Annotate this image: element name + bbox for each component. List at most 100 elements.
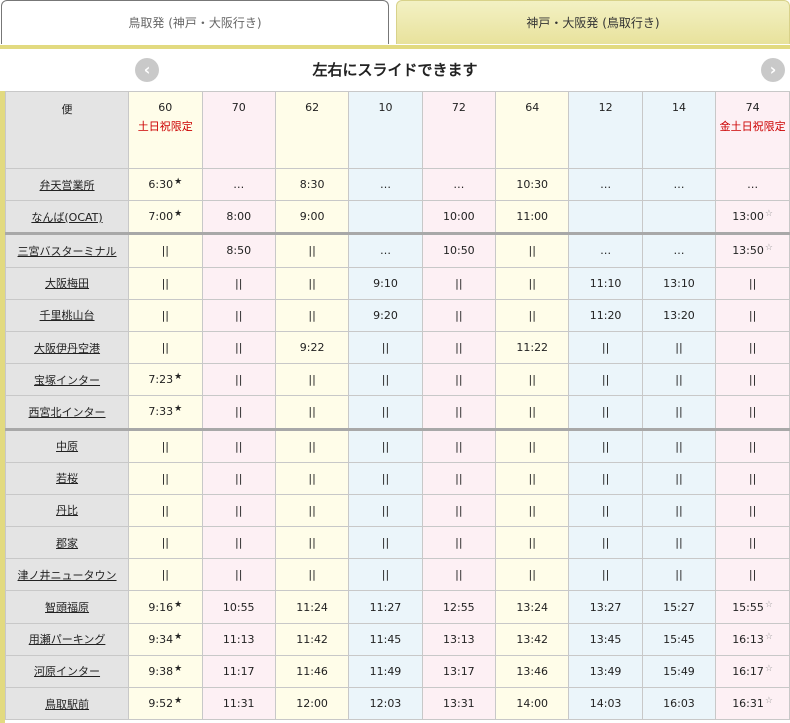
time-cell: || <box>348 330 423 365</box>
time-cell: 11:42 <box>274 622 350 656</box>
tab-kobe-osaka-departure[interactable]: 神戸・大阪発 (鳥取行き) <box>396 0 790 44</box>
time-cell: || <box>715 461 790 495</box>
stop-link[interactable]: 三宮バスターミナル <box>18 245 117 258</box>
time-cell: || <box>715 427 790 463</box>
time-cell: 11:20 <box>568 298 643 332</box>
time-cell: || <box>201 395 276 430</box>
bus-column-header: 62 <box>274 91 350 169</box>
stop-link[interactable]: 智頭福原 <box>45 601 89 614</box>
time-cell: 11:10 <box>568 266 643 300</box>
time-cell: || <box>128 330 203 365</box>
star-icon: ★ <box>174 372 183 383</box>
time-cell: 9:00 <box>274 200 350 235</box>
table-row: 丹比 || || || || || || || || || <box>4 493 790 528</box>
stop-link[interactable]: 丹比 <box>56 504 78 517</box>
table-row: 三宮バスターミナル || 8:50 ||… 10:50 ||…… 13:50☆ <box>4 232 790 268</box>
stop-cell: なんば(OCAT) <box>4 200 130 235</box>
time-cell: 9:34★ <box>128 622 203 656</box>
timetable: 便 60 土日祝限定 70 62 10 72 64 12 14 74 金土日祝限定 弁天営業所 6:3… <box>4 91 790 721</box>
time-cell: 11:31 <box>201 686 276 721</box>
timetable-container[interactable]: 便 60 土日祝限定 70 62 10 72 64 12 14 74 金土日祝限定 弁天営業所 6:3… <box>0 91 790 723</box>
stop-link[interactable]: 津ノ井ニュータウン <box>18 569 117 582</box>
time-cell: || <box>421 526 497 560</box>
bus-column-header: 60 土日祝限定 <box>128 91 203 169</box>
time-cell: 10:00 <box>421 200 497 235</box>
time-cell: 9:16★ <box>128 590 203 624</box>
time-cell: || <box>495 298 570 332</box>
table-row: 津ノ井ニュータウン || || || || || || || || || <box>4 558 790 592</box>
time-cell: 9:20 <box>348 298 423 332</box>
time-cell: || <box>421 363 497 397</box>
tab-tottori-departure[interactable]: 鳥取発 (神戸・大阪行き) <box>1 0 389 44</box>
time-cell: || <box>715 558 790 592</box>
time-cell: || <box>201 363 276 397</box>
time-cell: || <box>641 427 717 463</box>
stop-link[interactable]: 大阪梅田 <box>45 277 89 290</box>
stop-link[interactable]: 大阪伊丹空港 <box>34 342 100 355</box>
stop-link[interactable]: なんば(OCAT) <box>31 211 102 224</box>
bus-number: 74 <box>745 101 760 114</box>
time-cell: || <box>201 461 276 495</box>
time-cell: 9:10 <box>348 266 423 300</box>
stop-cell: 河原インター <box>4 654 130 689</box>
stop-link[interactable]: 中原 <box>56 440 78 453</box>
stop-link[interactable]: 若桜 <box>56 472 78 485</box>
stop-link[interactable]: 弁天営業所 <box>40 179 95 192</box>
time-cell: 13:13 <box>421 622 497 656</box>
time-cell: || <box>568 427 643 463</box>
stop-link[interactable]: 河原インター <box>34 665 100 678</box>
time-cell: … <box>568 167 643 202</box>
stop-link[interactable]: 用瀬パーキング <box>29 633 106 646</box>
time-cell: || <box>641 395 717 430</box>
stop-cell: 大阪伊丹空港 <box>4 330 130 365</box>
time-cell: || <box>201 526 276 560</box>
bus-number: 60 <box>158 101 173 114</box>
chevron-right-icon[interactable]: › <box>761 58 785 82</box>
time-cell: || <box>201 330 276 365</box>
hollow-star-icon: ☆ <box>764 243 773 254</box>
time-cell: 7:33★ <box>128 395 203 430</box>
table-row: 郡家 || || || || || || || || || <box>4 526 790 560</box>
time-cell: || <box>568 395 643 430</box>
star-icon: ★ <box>174 599 183 610</box>
table-row: 若桜 || || || || || || || || || <box>4 461 790 495</box>
stop-link[interactable]: 鳥取駅前 <box>45 698 89 711</box>
time-cell: || <box>421 266 497 300</box>
time-cell: || <box>274 493 350 528</box>
time-cell: 11:00 <box>495 200 570 235</box>
time-cell: || <box>201 266 276 300</box>
time-cell: 13:46 <box>495 654 570 689</box>
time-cell: || <box>641 461 717 495</box>
time-cell: || <box>348 461 423 495</box>
stop-cell: 中原 <box>4 427 130 463</box>
time-cell: || <box>421 298 497 332</box>
stop-link[interactable]: 宝塚インター <box>34 374 100 387</box>
time-cell: 13:31 <box>421 686 497 721</box>
time-cell: || <box>568 526 643 560</box>
time-cell: 12:00 <box>274 686 350 721</box>
time-cell: || <box>421 330 497 365</box>
stop-link[interactable]: 千里桃山台 <box>40 309 95 322</box>
time-cell: 15:45 <box>641 622 717 656</box>
stop-link[interactable]: 西宮北インター <box>29 406 106 419</box>
stop-cell: 三宮バスターミナル <box>4 232 130 268</box>
star-icon: ★ <box>174 177 183 188</box>
time-cell: || <box>715 526 790 560</box>
time-cell: || <box>641 330 717 365</box>
time-cell: 16:13☆ <box>715 622 790 656</box>
table-row: 中原 || || || || || || || || || <box>4 427 790 463</box>
time-cell: || <box>348 427 423 463</box>
time-cell: … <box>715 167 790 202</box>
time-cell: || <box>348 526 423 560</box>
time-cell: 13:45 <box>568 622 643 656</box>
time-cell: 16:17☆ <box>715 654 790 689</box>
time-cell: 16:03 <box>641 686 717 721</box>
table-row: 千里桃山台 || || || 9:20 || || 11:20 13:20 || <box>4 298 790 332</box>
bus-number: 64 <box>525 101 540 114</box>
time-cell: || <box>128 232 203 268</box>
star-icon: ★ <box>174 663 183 674</box>
stop-cell: 丹比 <box>4 493 130 528</box>
time-cell: || <box>274 266 350 300</box>
stop-link[interactable]: 郡家 <box>56 537 78 550</box>
hollow-star-icon: ☆ <box>764 696 773 707</box>
